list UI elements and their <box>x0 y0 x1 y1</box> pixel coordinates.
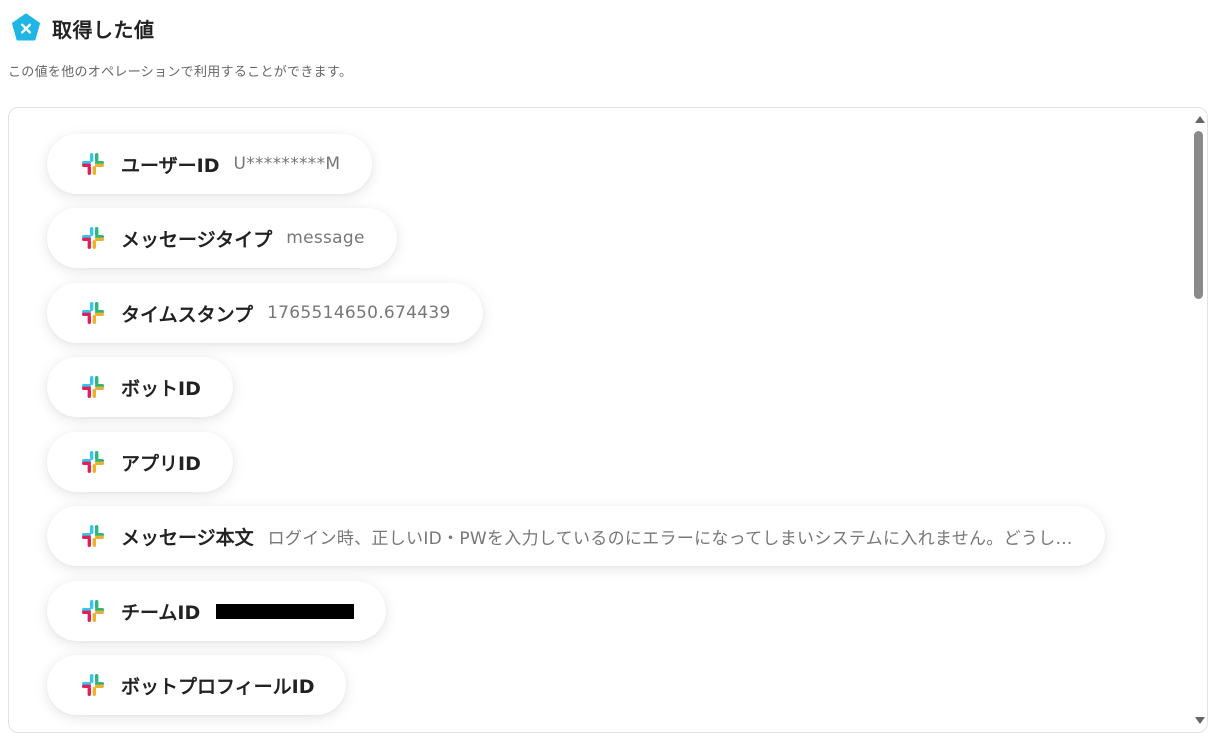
slack-icon <box>82 227 104 249</box>
field-value: U*********M <box>233 154 341 174</box>
scroll-up-arrow-icon[interactable] <box>1195 116 1205 123</box>
slack-icon <box>82 376 104 398</box>
field-chip-user-id[interactable]: ユーザーID U*********M <box>47 134 373 194</box>
vertical-scrollbar[interactable] <box>1191 108 1207 732</box>
section-header: 取得した値 <box>10 12 155 44</box>
slack-icon <box>82 451 104 473</box>
yoom-pentagon-x-icon <box>12 13 40 41</box>
field-value: ログイン時、正しいID・PWを入力しているのにエラーになってしまいシステムに入れ… <box>267 528 1073 549</box>
slack-icon <box>82 525 104 547</box>
page-title: 取得した値 <box>52 17 155 42</box>
field-label: メッセージ本文 <box>121 526 254 549</box>
field-chip-timestamp[interactable]: タイムスタンプ 1765514650.674439 <box>47 283 483 343</box>
page-description: この値を他のオペレーションで利用することができます。 <box>8 65 353 80</box>
redacted-value <box>216 603 355 619</box>
field-chip-bot-id[interactable]: ボットID <box>47 357 233 417</box>
field-label: ボットID <box>121 377 201 400</box>
field-chip-bot-profile-id[interactable]: ボットプロフィールID <box>47 655 347 715</box>
field-value: 1765514650.674439 <box>267 303 451 323</box>
field-chip-app-id[interactable]: アプリID <box>47 432 233 492</box>
field-chip-message-type[interactable]: メッセージタイプ message <box>47 208 397 268</box>
field-label: チームID <box>121 601 201 624</box>
field-value: message <box>286 228 365 248</box>
scroll-down-arrow-icon[interactable] <box>1195 717 1205 724</box>
slack-icon <box>82 600 104 622</box>
field-chip-team-id[interactable]: チームID <box>47 581 387 641</box>
field-label: メッセージタイプ <box>121 228 273 251</box>
output-values-panel: ユーザーID U*********M メッセージタイプ message タイムス… <box>8 107 1208 733</box>
field-label: タイムスタンプ <box>121 303 254 326</box>
slack-icon <box>82 674 104 696</box>
slack-icon <box>82 153 104 175</box>
slack-icon <box>82 302 104 324</box>
field-label: ボットプロフィールID <box>121 675 315 698</box>
scrollbar-thumb[interactable] <box>1194 131 1203 299</box>
field-chip-message-text[interactable]: メッセージ本文 ログイン時、正しいID・PWを入力しているのにエラーになってしま… <box>47 506 1105 566</box>
field-label: ユーザーID <box>121 154 220 177</box>
field-label: アプリID <box>121 452 201 475</box>
